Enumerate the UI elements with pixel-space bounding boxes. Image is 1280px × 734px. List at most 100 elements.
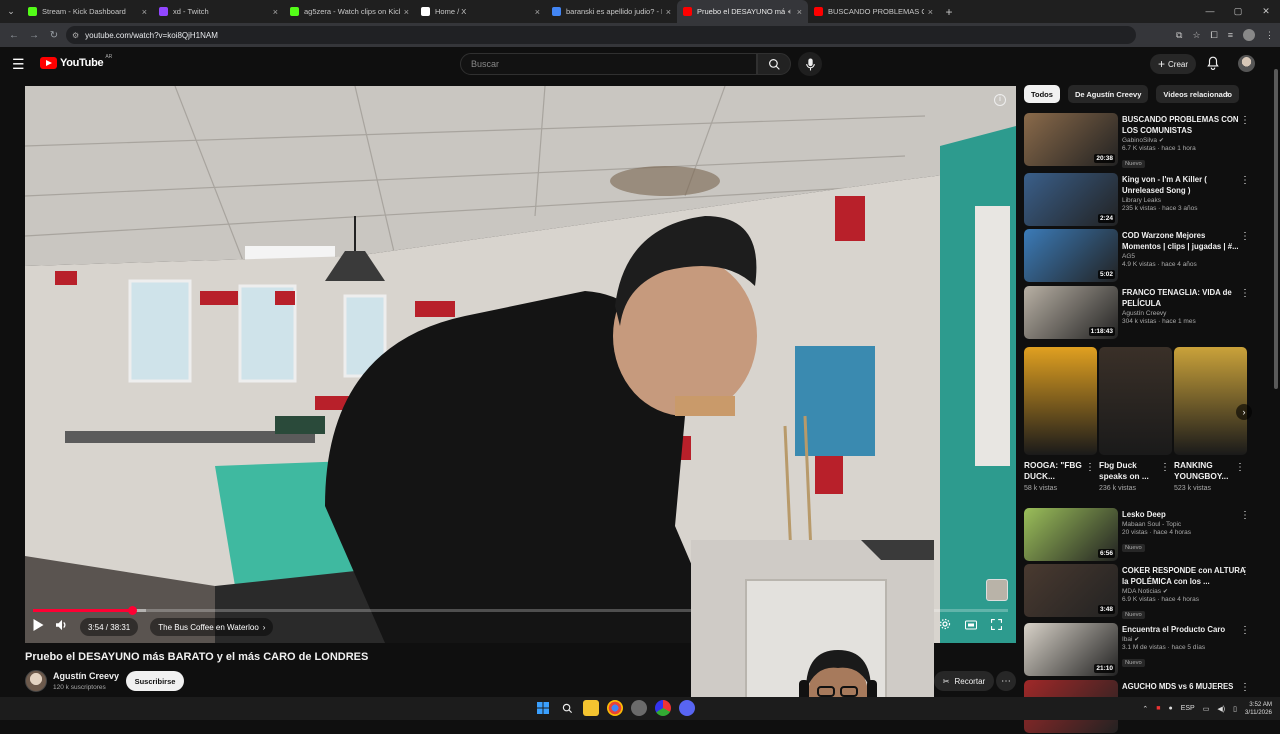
close-window-icon[interactable]: ✕ — [1252, 0, 1280, 23]
reload-icon[interactable]: ↻ — [44, 30, 64, 41]
recommendation-title[interactable]: COD Warzone Mejores Momentos | clips | j… — [1122, 230, 1246, 252]
browser-tab[interactable]: Home / X × — [415, 0, 546, 23]
video-thumbnail[interactable]: 1:18:43 — [1024, 286, 1118, 339]
discord-icon[interactable] — [679, 700, 695, 716]
app-icon[interactable] — [655, 700, 671, 716]
clock[interactable]: 3:52 AM 3/11/2026 — [1245, 701, 1272, 717]
fullscreen-icon[interactable] — [991, 617, 1002, 635]
channel-watermark[interactable] — [986, 579, 1008, 601]
chrome-icon[interactable] — [607, 700, 623, 716]
recommendation-item[interactable]: 21:10 Encuentra el Producto Caro Ibai ✔︎ 3.… — [1024, 623, 1264, 677]
more-options-icon[interactable]: ⋮ — [1240, 510, 1250, 521]
more-options-icon[interactable]: ⋮ — [1240, 175, 1250, 186]
extensions-icon[interactable]: ⧠ — [1211, 30, 1218, 41]
chips-next-icon[interactable]: › — [1226, 89, 1229, 100]
short-item[interactable]: Fbg Duck speaks on ... 236 k vistas ⋮ — [1099, 347, 1172, 492]
back-icon[interactable]: ← — [4, 30, 24, 41]
short-title[interactable]: ROOGA: "FBG DUCK... — [1024, 460, 1084, 482]
recommendation-title[interactable]: Encuentra el Producto Caro — [1122, 624, 1246, 635]
video-thumbnail[interactable]: 2:24 — [1024, 173, 1118, 226]
more-actions-button[interactable]: ⋯ — [996, 671, 1016, 691]
account-avatar[interactable] — [1238, 55, 1255, 72]
clip-button[interactable]: ✂ Recortar — [934, 671, 994, 691]
tray-chevron-icon[interactable]: ⌃ — [1142, 705, 1148, 713]
recommendation-channel[interactable]: MDA Noticias — [1122, 588, 1161, 595]
media-control-icon[interactable]: ≡ — [1228, 30, 1233, 40]
video-thumbnail[interactable]: 20:38 — [1024, 113, 1118, 166]
more-options-icon[interactable]: ⋮ — [1240, 288, 1250, 299]
recommendation-title[interactable]: King von - I'm A Killer ( Unreleased Son… — [1122, 174, 1246, 196]
more-options-icon[interactable]: ⋮ — [1235, 462, 1245, 473]
more-options-icon[interactable]: ⋮ — [1240, 115, 1250, 126]
tray-app-icon[interactable]: ■ — [1156, 705, 1160, 712]
file-explorer-icon[interactable] — [583, 700, 599, 716]
filter-chip[interactable]: De Agustín Creevy — [1067, 85, 1149, 103]
browser-tab[interactable]: BUSCANDO PROBLEMAS CON × — [808, 0, 939, 23]
recommendation-title[interactable]: BUSCANDO PROBLEMAS CON LOS COMUNISTAS — [1122, 114, 1246, 136]
voice-search-button[interactable] — [798, 52, 822, 76]
video-thumbnail[interactable]: 3:48 — [1024, 564, 1118, 617]
recommendation-channel[interactable]: AG5 — [1122, 253, 1135, 260]
short-item[interactable]: ROOGA: "FBG DUCK... 58 k vistas ⋮ — [1024, 347, 1097, 492]
short-thumbnail[interactable] — [1024, 347, 1097, 455]
recommendation-item[interactable]: 1:18:43 FRANCO TENAGLIA: VIDA de PELÍCULA… — [1024, 286, 1264, 340]
video-thumbnail[interactable]: 21:10 — [1024, 623, 1118, 676]
windows-start-icon[interactable] — [535, 700, 551, 716]
tab-close-icon[interactable]: × — [273, 7, 278, 17]
forward-icon[interactable]: → — [24, 30, 44, 41]
recommendation-title[interactable]: AGUCHO MDS vs 6 MUJERES — [1122, 681, 1246, 692]
bookmark-star-icon[interactable]: ☆ — [1192, 30, 1200, 41]
tab-close-icon[interactable]: × — [404, 7, 409, 17]
create-button[interactable]: + Crear — [1150, 54, 1196, 74]
recommendation-channel[interactable]: Agustín Creevy — [1122, 310, 1166, 317]
video-thumbnail[interactable]: 5:02 — [1024, 229, 1118, 282]
recommendation-title[interactable]: Lesko Deep — [1122, 509, 1246, 520]
speaker-icon[interactable]: ◀) — [1217, 705, 1225, 713]
recommendation-item[interactable]: 20:38 BUSCANDO PROBLEMAS CON LOS COMUNIST… — [1024, 113, 1264, 168]
browser-tab[interactable]: Pruebo el DESAYUNO más 🔈︎ × — [677, 0, 808, 23]
profile-avatar[interactable] — [1243, 29, 1255, 41]
play-icon[interactable] — [33, 618, 44, 636]
url-field[interactable]: ⚙ youtube.com/watch?v=koi8QjH1NAM — [66, 26, 1136, 44]
battery-icon[interactable]: ▯ — [1233, 705, 1237, 713]
tray-mic-icon[interactable]: ● — [1168, 705, 1172, 712]
short-thumbnail[interactable] — [1099, 347, 1172, 455]
more-options-icon[interactable]: ⋮ — [1240, 231, 1250, 242]
scrubber-handle[interactable] — [127, 606, 137, 615]
subscribe-button[interactable]: Suscribirse — [126, 671, 184, 691]
tab-close-icon[interactable]: × — [928, 7, 933, 17]
chapter-button[interactable]: The Bus Coffee en Waterloo › — [150, 618, 274, 636]
notifications-bell-icon[interactable] — [1207, 56, 1219, 75]
shorts-next-icon[interactable]: › — [1236, 404, 1252, 420]
theater-mode-icon[interactable] — [965, 617, 977, 635]
recommendation-channel[interactable]: Library Leaks — [1122, 197, 1161, 204]
menu-icon[interactable]: ☰ — [12, 56, 25, 73]
site-info-icon[interactable]: ⚙ — [72, 31, 79, 40]
filter-chip[interactable]: Todos — [1024, 85, 1060, 103]
volume-icon[interactable] — [56, 618, 68, 636]
more-options-icon[interactable]: ⋮ — [1160, 462, 1170, 473]
taskbar-search-icon[interactable] — [559, 700, 575, 716]
tab-audio-icon[interactable]: 🔈︎ — [788, 7, 793, 17]
obs-icon[interactable] — [631, 700, 647, 716]
recommendation-title[interactable]: FRANCO TENAGLIA: VIDA de PELÍCULA — [1122, 287, 1246, 309]
language-indicator[interactable]: ESP — [1181, 705, 1195, 712]
settings-gear-icon[interactable] — [939, 617, 951, 635]
recommendation-title[interactable]: COKER RESPONDE con ALTURA la POLÉMICA co… — [1122, 565, 1246, 587]
short-item[interactable]: RANKING YOUNGBOY... 523 k vistas ⋮ — [1174, 347, 1247, 492]
browser-tab[interactable]: xd - Twitch × — [153, 0, 284, 23]
tab-close-icon[interactable]: × — [797, 7, 802, 17]
maximize-icon[interactable]: ▢ — [1224, 0, 1252, 23]
short-title[interactable]: RANKING YOUNGBOY... — [1174, 460, 1234, 482]
more-options-icon[interactable]: ⋮ — [1085, 462, 1095, 473]
recommendation-item[interactable]: 5:02 COD Warzone Mejores Momentos | clips… — [1024, 229, 1264, 283]
browser-menu-icon[interactable]: ⋮ — [1265, 30, 1274, 41]
channel-name[interactable]: Agustín Creevy — [53, 671, 119, 681]
browser-tab[interactable]: ag5zera - Watch clips on Kick × — [284, 0, 415, 23]
tab-close-icon[interactable]: × — [535, 7, 540, 17]
more-options-icon[interactable]: ⋮ — [1240, 566, 1250, 577]
tab-close-icon[interactable]: × — [142, 7, 147, 17]
minimize-icon[interactable]: — — [1196, 0, 1224, 23]
channel-avatar[interactable] — [25, 670, 47, 692]
recommendation-channel[interactable]: Mabaan Soul - Topic — [1122, 521, 1181, 528]
